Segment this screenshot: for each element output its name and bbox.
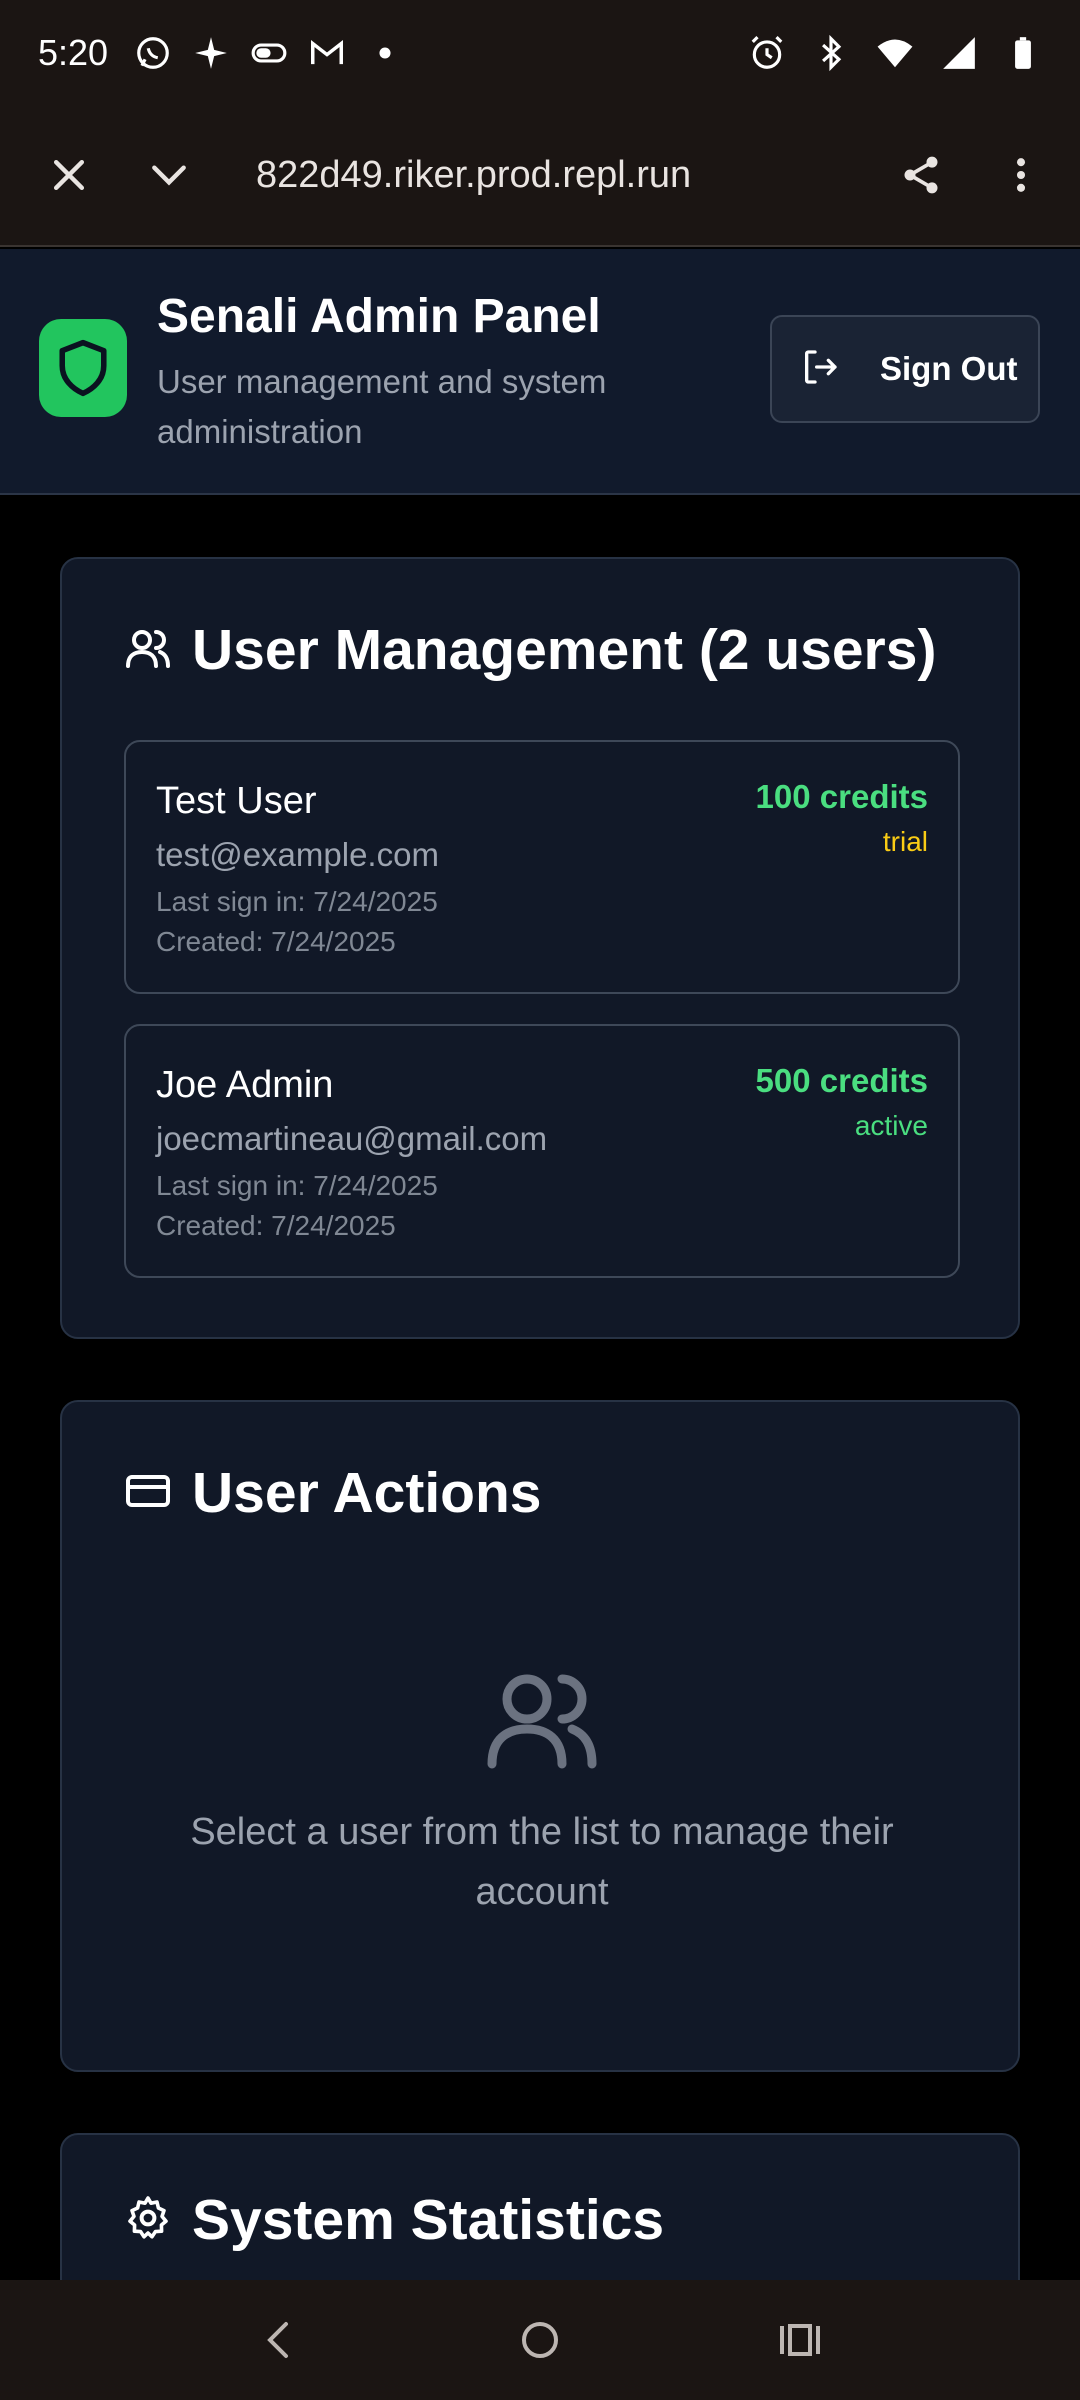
user-email: joecmartineau@gmail.com [156,1120,548,1157]
users-icon [124,624,172,677]
battery-icon [1004,34,1042,72]
user-credits: 100 credits [755,778,928,815]
back-icon[interactable] [240,2300,320,2380]
screen: 5:20 822d49.riker.prod.repl.run Senali A… [0,0,1080,2400]
user-management-header: User Management (2 users) [124,617,936,683]
user-status-badge: trial [882,826,928,857]
alarm-icon [748,34,786,72]
app-header: Senali Admin Panel User management and s… [0,249,1080,495]
status-time: 5:20 [38,31,109,73]
user-actions-header: User Actions [124,1460,542,1526]
whatsapp-icon [134,34,172,72]
user-actions-title: User Actions [192,1461,542,1525]
user-actions-card: User Actions Select a user from the list… [60,1400,1020,2072]
sparkle-icon [192,34,230,72]
page-subtitle: User management and system administratio… [157,363,607,450]
user-name: Test User [156,780,317,822]
sign-out-icon [800,347,840,392]
user-list-item[interactable]: Joe Admin joecmartineau@gmail.com Last s… [124,1024,960,1278]
system-statistics-header: System Statistics [124,2187,664,2253]
user-status-badge: active [854,1110,928,1141]
empty-state-message: Select a user from the list to manage th… [190,1811,894,1913]
user-management-title: User Management (2 users) [192,618,937,682]
page-title: Senali Admin Panel [157,290,601,343]
status-left-icons [134,34,404,72]
gmail-icon [308,34,346,72]
status-right-icons [748,34,1042,72]
system-statistics-title: System Statistics [192,2188,665,2252]
recents-icon[interactable] [760,2300,840,2380]
status-bar: 5:20 [0,0,1080,105]
user-list-item[interactable]: Test User test@example.com Last sign in:… [124,740,960,994]
share-icon[interactable] [886,140,956,210]
shield-icon [39,319,127,417]
bluetooth-icon [812,34,850,72]
browser-toolbar: 822d49.riker.prod.repl.run [0,105,1080,247]
user-created: Created: 7/24/2025 [156,1210,396,1241]
gear-icon [124,2194,172,2247]
users-placeholder-icon [482,1664,602,1774]
credit-card-icon [124,1467,172,1520]
user-credits: 500 credits [755,1062,928,1099]
user-email: test@example.com [156,836,439,873]
user-last-sign-in: Last sign in: 7/24/2025 [156,886,438,917]
user-created: Created: 7/24/2025 [156,926,396,957]
user-last-sign-in: Last sign in: 7/24/2025 [156,1170,438,1201]
user-management-card: User Management (2 users) Test User test… [60,557,1020,1339]
user-name: Joe Admin [156,1064,334,1106]
sign-out-label: Sign Out [880,350,1018,387]
sign-out-button[interactable]: Sign Out [770,315,1040,423]
chevron-down-icon[interactable] [134,140,204,210]
home-icon[interactable] [500,2300,580,2380]
dot-icon [366,34,404,72]
toggle-icon [250,34,288,72]
more-options-icon[interactable] [986,140,1056,210]
signal-icon [940,34,978,72]
system-nav-bar [0,2280,1080,2400]
wifi-icon [876,34,914,72]
close-icon[interactable] [34,140,104,210]
url-text[interactable]: 822d49.riker.prod.repl.run [256,154,816,197]
